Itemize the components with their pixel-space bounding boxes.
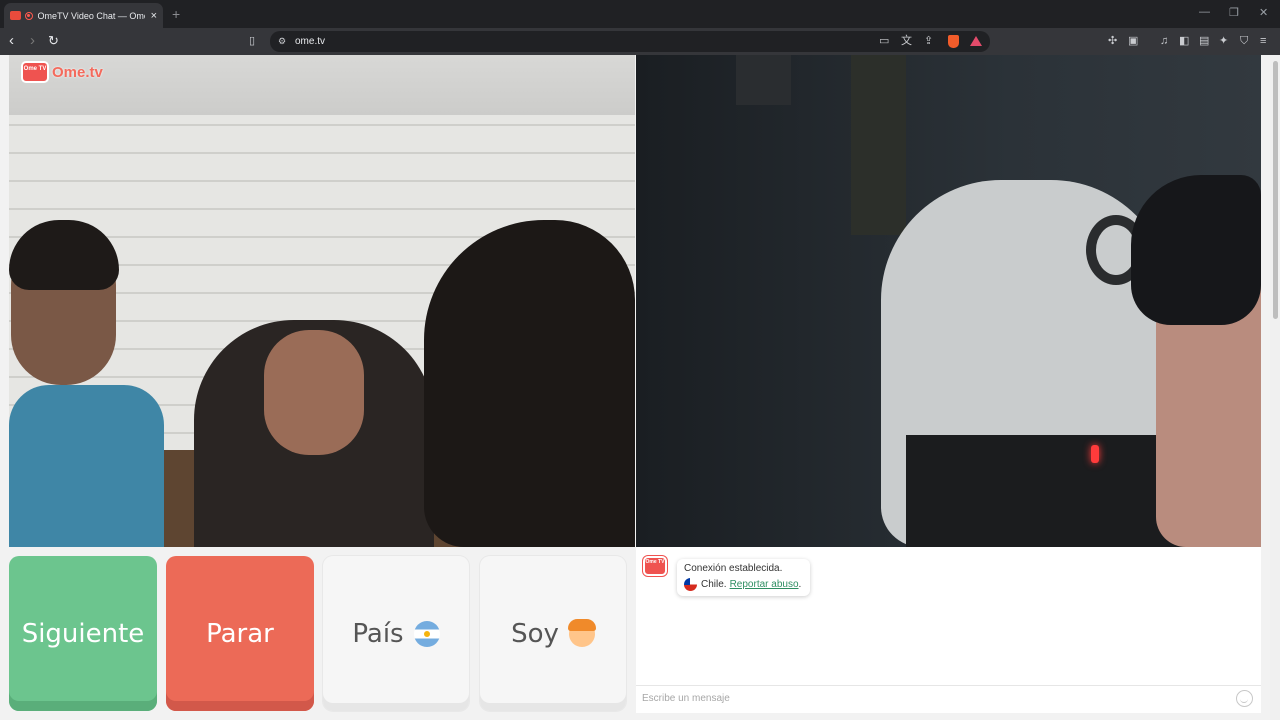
- menu-icon[interactable]: ≡: [1260, 36, 1266, 47]
- brave-rewards-icon[interactable]: [970, 36, 982, 46]
- extensions-icon[interactable]: ✣: [1108, 36, 1117, 47]
- tab-strip: OmeTV Video Chat — Omegle × + — ❐ ✕: [0, 0, 1280, 28]
- wall-frame: [736, 55, 791, 105]
- tab-title: OmeTV Video Chat — Omegle: [37, 10, 145, 21]
- window-close-icon[interactable]: ✕: [1259, 6, 1268, 19]
- site-settings-icon[interactable]: ⚙: [278, 36, 286, 47]
- wall-poster: [851, 55, 906, 235]
- person-right-head: [424, 220, 635, 547]
- ometv-avatar-icon: Ome TV: [643, 556, 667, 576]
- headset-led: [1091, 445, 1099, 463]
- page: Ome TV Ome.tv Siguiente Parar País Soy O…: [0, 55, 1280, 720]
- screenshot-icon[interactable]: ▣: [1128, 36, 1138, 47]
- chat-panel: Ome TV Conexión establecida. Chile. Repo…: [636, 547, 1261, 713]
- minimize-icon[interactable]: —: [1199, 6, 1210, 18]
- vpn-icon[interactable]: ⛉: [1240, 36, 1248, 47]
- ometv-logo-icon: Ome TV: [21, 61, 49, 83]
- url-text: ome.tv: [295, 36, 326, 47]
- local-video: Ome TV Ome.tv: [9, 55, 635, 547]
- chile-flag-icon: [684, 578, 697, 591]
- system-message: Conexión establecida. Chile. Reportar ab…: [677, 559, 810, 596]
- ometv-logo-text: Ome.tv: [52, 63, 103, 81]
- youtube-favicon-icon: [10, 11, 21, 20]
- stranger-country: Chile.: [701, 579, 727, 590]
- browser-toolbar: ‹ › ↻ ▯ ⚙ ome.tv ▭ 文 ⇪ ✣ ▣ ♫ ◧ ▤ ✦ ⛉ ≡: [0, 28, 1280, 55]
- translate-icon[interactable]: 文: [901, 36, 912, 47]
- chat-input-bar: [636, 685, 1261, 713]
- share-icon[interactable]: ⇪: [924, 36, 933, 47]
- connection-status: Conexión establecida.: [684, 563, 783, 574]
- recording-indicator-icon: [24, 11, 33, 20]
- boy-face-icon: [567, 618, 596, 647]
- stop-button[interactable]: Parar: [166, 556, 314, 711]
- back-icon[interactable]: ‹: [9, 33, 14, 48]
- tab-ometv[interactable]: OmeTV Video Chat — Omegle ×: [4, 3, 163, 28]
- gender-button-label: Soy: [511, 618, 559, 649]
- next-button-label: Siguiente: [21, 618, 145, 649]
- new-tab-button[interactable]: +: [172, 6, 180, 22]
- tab-close-icon[interactable]: ×: [151, 10, 157, 22]
- next-button[interactable]: Siguiente: [9, 556, 157, 711]
- scrollbar[interactable]: [1270, 55, 1280, 720]
- country-button-label: País: [352, 618, 404, 649]
- reload-icon[interactable]: ↻: [48, 33, 59, 48]
- cast-icon[interactable]: ▭: [879, 36, 889, 47]
- report-suffix: .: [798, 579, 802, 590]
- leo-ai-icon[interactable]: ✦: [1219, 36, 1228, 47]
- bookmark-icon[interactable]: ▯: [249, 36, 255, 47]
- brave-shields-icon[interactable]: [948, 35, 959, 48]
- ometv-logo: Ome TV Ome.tv: [21, 61, 103, 83]
- scroll-thumb[interactable]: [1273, 61, 1278, 319]
- report-abuse-link[interactable]: Reportar abuso: [730, 579, 799, 590]
- sidebar-icon[interactable]: ◧: [1179, 36, 1189, 47]
- person-left-shirt: [9, 385, 164, 547]
- address-bar[interactable]: ⚙ ome.tv ▭ 文 ⇪: [270, 31, 990, 52]
- gender-button[interactable]: Soy: [480, 556, 626, 711]
- emoji-icon[interactable]: [1236, 690, 1253, 707]
- forward-icon[interactable]: ›: [30, 33, 35, 48]
- person-hair: [1131, 175, 1261, 325]
- country-button[interactable]: País: [323, 556, 469, 711]
- message-input[interactable]: [642, 693, 1222, 704]
- argentina-flag-icon: [413, 620, 440, 647]
- wallet-icon[interactable]: ▤: [1199, 36, 1209, 47]
- stop-button-label: Parar: [206, 618, 274, 649]
- person-middle-face: [264, 330, 364, 455]
- music-icon[interactable]: ♫: [1160, 36, 1168, 47]
- restore-icon[interactable]: ❐: [1229, 6, 1239, 19]
- remote-video: [636, 55, 1261, 547]
